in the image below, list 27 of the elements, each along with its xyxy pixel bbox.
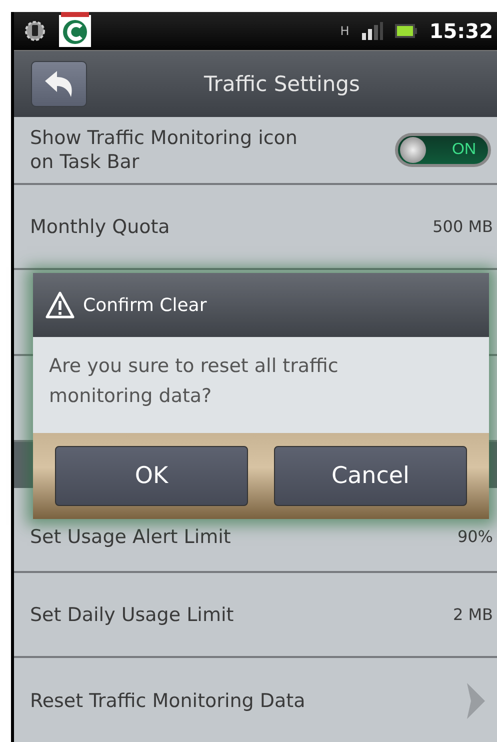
dialog-title: Confirm Clear: [83, 294, 207, 316]
dialog-button[interactable]: OK: [55, 446, 248, 506]
network-type: H: [340, 25, 350, 37]
settings-row[interactable]: Show Traffic Monitoring icon on Task Bar ON: [14, 117, 497, 185]
setting-label: Show Traffic Monitoring icon on Task Bar: [30, 126, 298, 174]
toggle-switch[interactable]: ON: [395, 133, 491, 167]
setting-label: Monthly Quota: [30, 216, 170, 238]
setting-label: Set Usage Alert Limit: [30, 526, 231, 548]
setting-value: 2 MB: [452, 605, 493, 624]
battery-icon: [395, 23, 418, 39]
chevron-right-icon: [465, 681, 487, 721]
notification-icon: [24, 20, 46, 42]
signal-icon: [361, 22, 384, 40]
clock: 15:32: [429, 19, 493, 43]
setting-value: 500 MB: [432, 217, 493, 236]
app-icon: [58, 12, 92, 48]
dialog-button[interactable]: Cancel: [274, 446, 467, 506]
screen-title: Traffic Settings: [203, 72, 361, 96]
settings-row[interactable]: Set Daily Usage Limit 2 MB: [14, 573, 497, 658]
settings-row[interactable]: Reset Traffic Monitoring Data: [14, 658, 497, 742]
setting-label: Reset Traffic Monitoring Data: [30, 690, 306, 712]
settings-row[interactable]: Monthly Quota 500 MB: [14, 185, 497, 270]
setting-label: Set Daily Usage Limit: [30, 604, 234, 626]
back-button[interactable]: [31, 61, 87, 107]
warning-icon: [45, 291, 75, 319]
dialog-message: Are you sure to reset all traffic monitoring data?: [33, 337, 489, 433]
setting-value: 90%: [457, 527, 493, 546]
